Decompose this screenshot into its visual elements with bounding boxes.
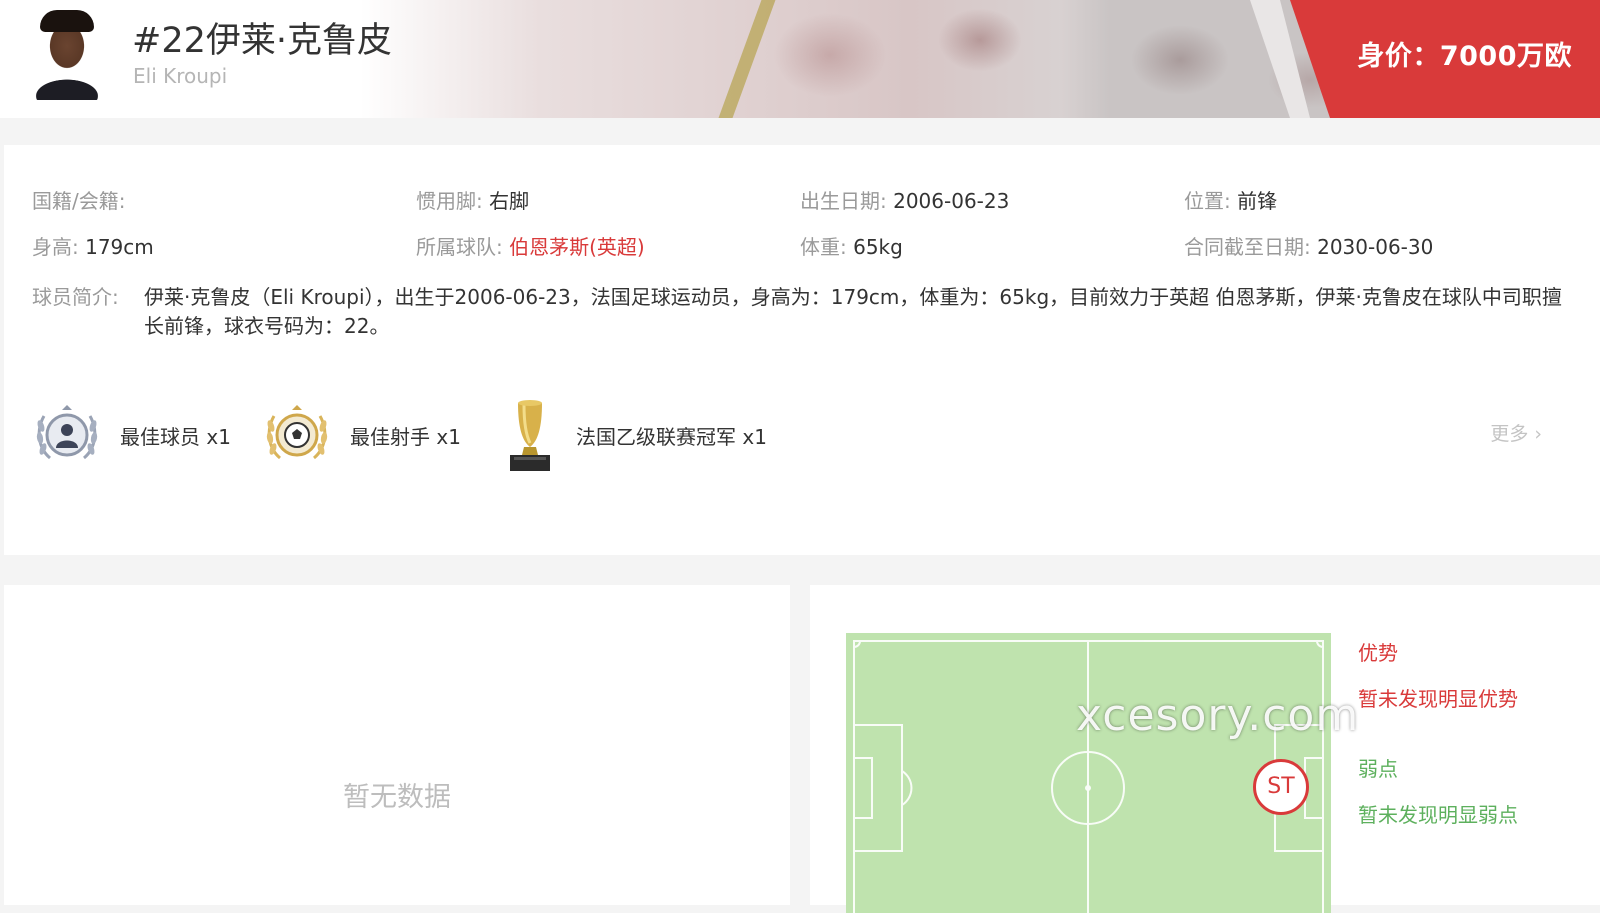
player-intro: 球员简介: 伊莱·克鲁皮（Eli Kroupi），出生于2006-06-23，法… (32, 283, 1572, 341)
honor-item[interactable]: 法国乙级联赛冠军 x1 (502, 395, 767, 475)
info-row-1: 国籍/会籍: 惯用脚: 右脚 出生日期: 2006-06-23 位置: 前锋 (32, 185, 1592, 217)
empty-state-text: 暂无数据 (343, 782, 451, 813)
foot-field: 惯用脚: 右脚 (416, 185, 529, 214)
weight-field: 体重: 65kg (800, 231, 903, 260)
trophy-icon (510, 400, 550, 471)
birth-field: 出生日期: 2006-06-23 (800, 185, 1009, 214)
weight-label: 体重: (800, 235, 847, 259)
position-field: 位置: 前锋 (1184, 185, 1277, 214)
player-avatar (32, 8, 102, 100)
position-value: 前锋 (1237, 189, 1278, 213)
foot-value: 右脚 (489, 189, 530, 213)
birth-value: 2006-06-23 (893, 189, 1010, 213)
position-marker: ST (1253, 759, 1309, 815)
weakness-title: 弱点 (1358, 757, 1398, 781)
nationality-label: 国籍/会籍: (32, 189, 126, 213)
team-link[interactable]: 伯恩茅斯(英超) (509, 235, 645, 259)
contract-label: 合同截至日期: (1184, 235, 1311, 259)
team-label: 所属球队: (416, 235, 503, 259)
header-background-photo (360, 0, 1360, 118)
height-label: 身高: (32, 235, 79, 259)
team-field: 所属球队: 伯恩茅斯(英超) (416, 231, 645, 260)
foot-label: 惯用脚: (416, 189, 483, 213)
player-info-card: 国籍/会籍: 惯用脚: 右脚 出生日期: 2006-06-23 位置: 前锋 身… (4, 145, 1600, 555)
contract-value: 2030-06-30 (1317, 235, 1434, 259)
player-name: #22伊莱·克鲁皮 (132, 21, 392, 61)
more-label: 更多 (1490, 423, 1529, 445)
nationality-field: 国籍/会籍: (32, 185, 125, 214)
height-field: 身高: 179cm (32, 231, 154, 260)
header-photo-detail (718, 0, 776, 118)
contract-field: 合同截至日期: 2030-06-30 (1184, 231, 1433, 260)
market-value: 身价：7000万欧 (1357, 41, 1572, 72)
stats-panel: 暂无数据 (4, 585, 790, 905)
strength-text: 暂未发现明显优势 (1358, 687, 1518, 711)
honors-list: 最佳球员 x1 最佳射手 x1 法国乙级联赛冠军 x1 更多 › (32, 395, 1572, 475)
position-panel: ST 优势 暂未发现明显优势 弱点 暂未发现明显弱点 (810, 585, 1600, 913)
honor-label: 最佳射手 x1 (350, 424, 461, 449)
honor-item[interactable]: 最佳球员 x1 (32, 395, 231, 475)
height-value: 179cm (85, 235, 154, 259)
intro-text: 伊莱·克鲁皮（Eli Kroupi），出生于2006-06-23，法国足球运动员… (144, 285, 1562, 338)
birth-label: 出生日期: (800, 189, 887, 213)
honors-more-link[interactable]: 更多 › (1490, 419, 1542, 446)
honor-item[interactable]: 最佳射手 x1 (262, 395, 461, 475)
info-row-2: 身高: 179cm 所属球队: 伯恩茅斯(英超) 体重: 65kg 合同截至日期… (32, 231, 1592, 263)
top-scorer-laurel-icon (266, 405, 328, 460)
honor-label: 法国乙级联赛冠军 x1 (576, 424, 767, 449)
strength-title: 优势 (1358, 641, 1398, 665)
weight-value: 65kg (853, 235, 903, 259)
best-player-laurel-icon (36, 405, 98, 460)
position-label: 位置: (1184, 189, 1231, 213)
player-header: 身价：7000万欧 #22伊莱·克鲁皮 Eli Kroupi (0, 0, 1600, 118)
honor-label: 最佳球员 x1 (120, 424, 231, 449)
chevron-right-icon: › (1534, 423, 1542, 445)
intro-label: 球员简介: (32, 285, 119, 309)
player-name-english: Eli Kroupi (133, 64, 228, 88)
weakness-text: 暂未发现明显弱点 (1358, 803, 1518, 827)
